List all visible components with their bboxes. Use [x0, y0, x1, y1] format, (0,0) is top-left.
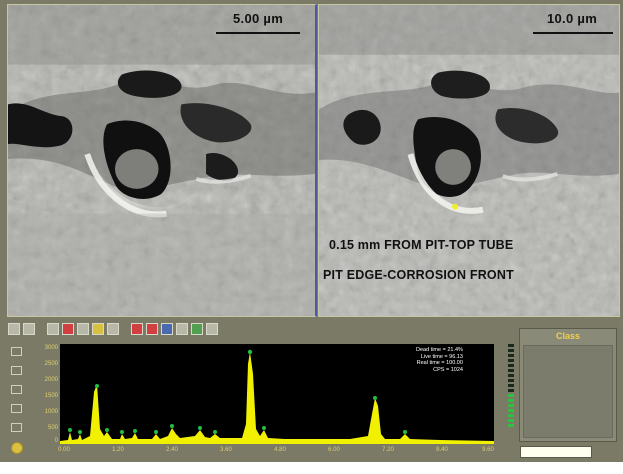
stat-line: CPS = 1024 — [433, 366, 463, 373]
class-list[interactable] — [523, 345, 613, 438]
marker-icon[interactable] — [131, 322, 143, 335]
x-tick: 2.40 — [166, 447, 178, 453]
y-tick: 1000 — [44, 409, 58, 415]
zoom-out-icon[interactable] — [11, 385, 22, 394]
x-tick: 1.20 — [112, 447, 124, 453]
stat-line: Real time = 100.00 — [416, 360, 463, 366]
right-scale-bar — [533, 32, 613, 34]
peak-marker — [198, 426, 202, 430]
acquisition-stats: Dead time = 21.4% Live time = 96.13 Real… — [416, 347, 463, 373]
settings-icon[interactable] — [206, 322, 218, 335]
peak-id-icon[interactable] — [146, 322, 158, 335]
class-panel: Class — [519, 328, 617, 442]
left-sem-image[interactable]: 5.00 µm — [7, 4, 317, 317]
label-icon[interactable] — [92, 322, 104, 335]
peak-marker — [213, 430, 217, 434]
expand-icon[interactable] — [11, 347, 22, 356]
peak-marker — [133, 429, 137, 433]
print-icon[interactable] — [8, 322, 20, 335]
x-tick: 3.60 — [220, 447, 232, 453]
peak-marker — [373, 396, 377, 400]
copy-icon[interactable] — [47, 322, 59, 335]
peak-marker — [78, 430, 82, 434]
left-sem-texture — [8, 5, 315, 316]
peak-marker — [262, 426, 266, 430]
bottom-strip — [0, 462, 623, 474]
y-tick: 500 — [47, 425, 58, 431]
peak-marker — [170, 424, 174, 428]
peak-marker — [105, 428, 109, 432]
scale-icon[interactable] — [11, 404, 22, 413]
save-icon[interactable] — [23, 322, 35, 335]
x-tick: 6.00 — [328, 447, 340, 453]
peak-marker — [95, 384, 99, 388]
x-tick: 9.60 — [482, 447, 494, 453]
analysis-point-marker — [452, 203, 459, 210]
reset-icon[interactable] — [11, 423, 22, 432]
class-panel-title: Class — [555, 331, 581, 341]
y-tick: 2500 — [44, 361, 58, 367]
x-tick: 0.00 — [58, 447, 70, 453]
spectrum-x-axis: 0.00 1.20 2.40 3.60 4.80 6.00 7.20 8.40 … — [58, 447, 494, 457]
peak-marker — [403, 430, 407, 434]
peak-marker — [154, 430, 158, 434]
class-input[interactable] — [520, 446, 592, 458]
x-tick: 7.20 — [382, 447, 394, 453]
eds-spectrum[interactable]: Dead time = 21.4% Live time = 96.13 Real… — [60, 344, 494, 444]
right-scale-label: 10.0 µm — [547, 11, 598, 26]
x-tick: 4.80 — [274, 447, 286, 453]
left-scale-bar — [216, 32, 300, 34]
zoom-in-icon[interactable] — [11, 366, 22, 375]
analyze-icon[interactable] — [191, 322, 203, 335]
peak-marker — [68, 428, 72, 432]
color-icon[interactable] — [62, 322, 74, 335]
y-tick: 2000 — [44, 377, 58, 383]
caption-line-1: 0.15 mm FROM PIT-TOP TUBE — [329, 238, 514, 252]
pointer-icon[interactable] — [107, 322, 119, 335]
right-sem-image[interactable]: 10.0 µm 0.15 mm FROM PIT-TOP TUBE PIT ED… — [318, 4, 620, 317]
stat-line: Dead time = 21.4% — [416, 347, 463, 353]
image-icon[interactable] — [161, 322, 173, 335]
side-tools — [11, 347, 27, 454]
peak-marker — [120, 430, 124, 434]
clipboard-icon[interactable] — [77, 322, 89, 335]
zoom-icon[interactable] — [176, 322, 188, 335]
peak-marker — [247, 349, 253, 355]
y-tick: 0 — [54, 438, 58, 444]
y-tick: 1500 — [44, 393, 58, 399]
spectrum-y-axis: 3000 2500 2000 1500 1000 500 0 — [30, 344, 58, 444]
left-scale-label: 5.00 µm — [233, 11, 284, 26]
x-tick: 8.40 — [436, 447, 448, 453]
count-rate-meter — [508, 344, 514, 442]
y-tick: 3000 — [44, 345, 58, 351]
caption-line-2: PIT EDGE-CORROSION FRONT — [323, 268, 514, 282]
record-icon[interactable] — [11, 442, 23, 454]
